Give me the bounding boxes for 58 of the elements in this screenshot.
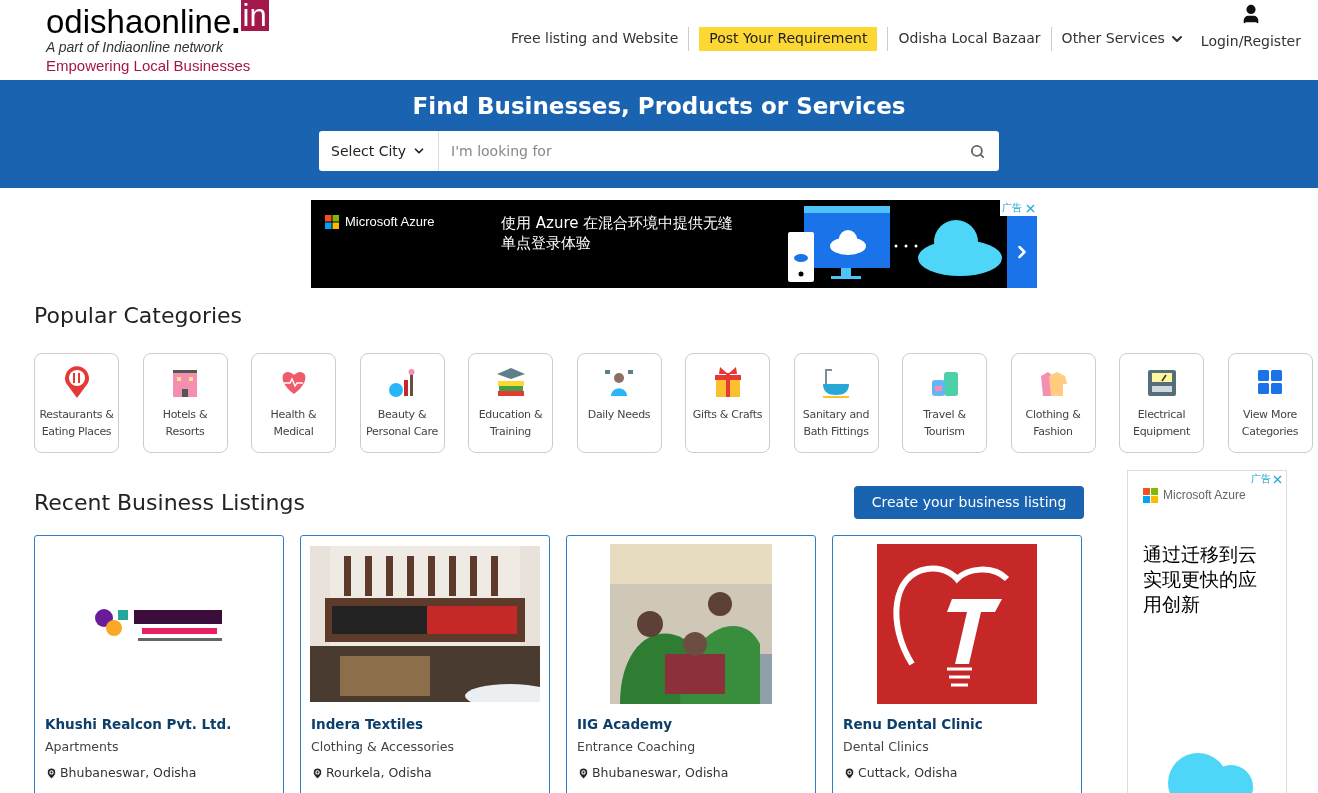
listing-category: Dental Clinics: [843, 738, 930, 756]
listing-location: Bhubaneswar, Odisha: [592, 764, 729, 782]
category-card[interactable]: Electrical Equipment: [1119, 353, 1204, 453]
listing-name[interactable]: Indera Textiles: [311, 714, 549, 734]
category-card[interactable]: View More Categories: [1227, 353, 1313, 453]
login-link[interactable]: Login/Register: [1200, 3, 1301, 52]
listing-category: Apartments: [45, 738, 120, 756]
windows-logo-icon: [1143, 487, 1158, 503]
listing-location: Cuttack, Odisha: [858, 764, 958, 782]
listing-name[interactable]: Khushi Realcon Pvt. Ltd.: [45, 714, 283, 734]
side-ad[interactable]: 广告 Microsoft Azure 通过迁移到云实现更快的应用创新: [1127, 470, 1287, 793]
nav-link[interactable]: Free listing and Website: [500, 26, 689, 51]
city-select[interactable]: Select City: [319, 131, 440, 171]
listing-card[interactable]: Indera Textiles Clothing & Accessories Rourkela, Odisha: [300, 535, 550, 793]
search-icon[interactable]: [970, 143, 985, 159]
section-title: Popular Categories: [34, 302, 244, 330]
map-pin-icon: [577, 766, 590, 780]
listing-category: Entrance Coaching: [577, 738, 697, 756]
map-pin-icon: [311, 766, 324, 780]
listing-location: Bhubaneswar, Odisha: [60, 764, 197, 782]
category-card[interactable]: Gifts & Crafts: [685, 353, 770, 453]
listing-name[interactable]: IIG Academy: [577, 714, 815, 734]
listing-card[interactable]: IIG Academy Entrance Coaching Bhubaneswar, Odisha: [566, 535, 816, 793]
ad-text: 通过迁移到云实现更快的应用创新: [1143, 542, 1258, 617]
tagline: A part of Indiaonline network: [46, 38, 225, 56]
ad-label: 广告: [1251, 472, 1271, 486]
create-listing-button[interactable]: Create your business listing: [854, 486, 1084, 519]
category-card[interactable]: Restaurants & Eating Places: [34, 353, 119, 453]
listing-name[interactable]: Renu Dental Clinic: [843, 714, 1081, 734]
ad-next-button[interactable]: [1007, 216, 1037, 288]
windows-logo-icon: [325, 215, 339, 229]
category-card[interactable]: Sanitary and Bath Fittings: [793, 353, 879, 453]
ad-text: 使用 Azure 在混合环境中提供无缝单点登录体验: [501, 213, 735, 254]
section-title: Recent Business Listings: [34, 488, 305, 517]
ad-label: 广告: [1001, 201, 1023, 215]
ad-brand: Microsoft Azure: [1163, 487, 1246, 504]
search-field[interactable]: Select City I'm looking for: [319, 131, 999, 171]
category-card[interactable]: Beauty & Personal Care: [359, 353, 445, 453]
category-card[interactable]: Daily Needs: [576, 353, 662, 453]
nav-dropdown[interactable]: Other Services: [1050, 26, 1195, 51]
listing-location: Rourkela, Odisha: [326, 764, 432, 782]
nav-link[interactable]: Post Your Requirement: [699, 26, 878, 51]
listing-card[interactable]: Renu Dental Clinic Dental Clinics Cuttack, Odisha: [832, 535, 1082, 793]
category-card[interactable]: Clothing & Fashion: [1010, 353, 1096, 453]
slogan: Empowering Local Businesses: [46, 56, 252, 75]
category-card[interactable]: Travel & Tourism: [902, 353, 987, 453]
ad-banner[interactable]: Microsoft Azure 使用 Azure 在混合环境中提供无缝单点登录体验 广告: [311, 200, 1037, 288]
banner-title: Find Businesses, Products or Services: [412, 92, 906, 121]
map-pin-icon: [45, 766, 58, 780]
map-pin-icon: [843, 766, 856, 780]
nav-link[interactable]: Odisha Local Bazaar: [887, 26, 1051, 51]
category-card[interactable]: Education & Training: [468, 353, 553, 453]
ad-brand: Microsoft Azure: [345, 215, 435, 229]
category-card[interactable]: Hotels & Resorts: [142, 353, 228, 453]
site-logo[interactable]: odishaonline.in: [46, 0, 440, 38]
listing-card[interactable]: Khushi Realcon Pvt. Ltd. Apartments Bhubaneswar, Odisha: [34, 535, 284, 793]
category-card[interactable]: Health & Medical: [251, 353, 336, 453]
listing-category: Clothing & Accessories: [311, 738, 455, 756]
